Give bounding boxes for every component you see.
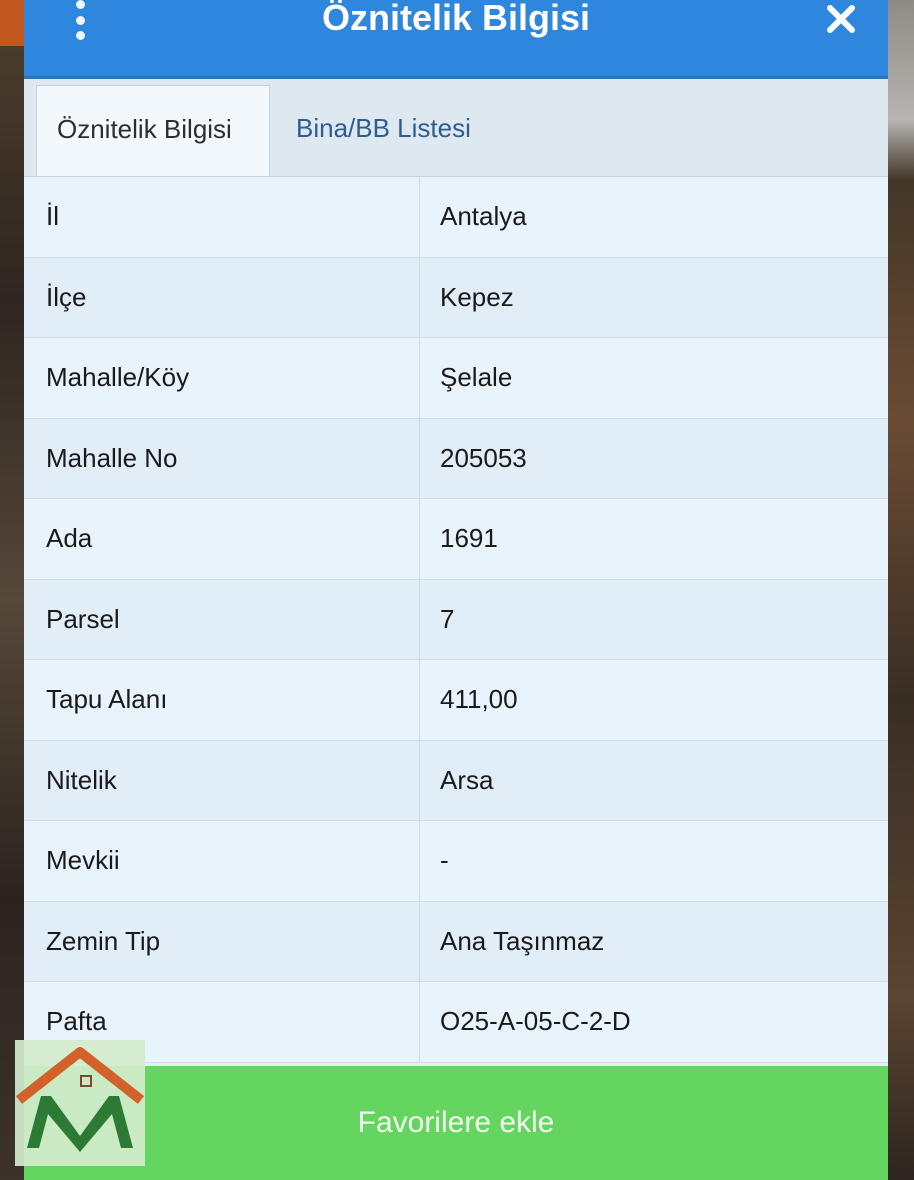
attribute-value: Kepez bbox=[440, 281, 514, 312]
dialog-header: Öznitelik Bilgisi bbox=[24, 0, 888, 79]
attribute-key: Ada bbox=[24, 499, 420, 579]
attribute-table: İl Antalya İlçe Kepez Mahalle/Köy Şelale… bbox=[24, 177, 888, 1063]
attribute-value: O25-A-05-C-2-D bbox=[440, 1006, 631, 1037]
tab-bar: Öznitelik Bilgisi Bina/BB Listesi bbox=[24, 79, 888, 177]
attribute-key: Nitelik bbox=[24, 740, 420, 820]
attribute-value: 205053 bbox=[440, 442, 527, 473]
attribute-value: - bbox=[440, 845, 449, 876]
map-background-left bbox=[0, 0, 24, 1180]
table-row: Mahalle No 205053 bbox=[24, 418, 888, 499]
table-row: Tapu Alanı 411,00 bbox=[24, 660, 888, 741]
add-to-favorites-button[interactable]: Favorilere ekle bbox=[24, 1066, 888, 1180]
attribute-key: Mahalle No bbox=[24, 418, 420, 498]
attribute-value: 411,00 bbox=[440, 684, 518, 715]
table-row: İl Antalya bbox=[24, 177, 888, 258]
attribute-value: Antalya bbox=[440, 201, 527, 232]
table-row: Zemin Tip Ana Taşınmaz bbox=[24, 901, 888, 982]
attribute-key: Tapu Alanı bbox=[24, 660, 420, 740]
map-background-right bbox=[888, 0, 914, 1180]
close-icon[interactable] bbox=[824, 2, 858, 36]
dialog-title: Öznitelik Bilgisi bbox=[321, 0, 591, 38]
attribute-value: Şelale bbox=[440, 362, 513, 393]
attribute-key: Mahalle/Köy bbox=[24, 338, 420, 418]
attribute-key: İlçe bbox=[24, 257, 420, 337]
attribute-key: İl bbox=[24, 177, 420, 257]
attribute-dialog: Öznitelik Bilgisi Öznitelik Bilgisi Bina… bbox=[24, 0, 888, 1180]
attribute-value: Ana Taşınmaz bbox=[440, 925, 605, 956]
table-row: Nitelik Arsa bbox=[24, 740, 888, 821]
attribute-key: Zemin Tip bbox=[24, 901, 420, 981]
table-row: Pafta O25-A-05-C-2-D bbox=[24, 982, 888, 1063]
table-row: Ada 1691 bbox=[24, 499, 888, 580]
table-row: Mevkii - bbox=[24, 821, 888, 902]
attribute-key: Mevkii bbox=[24, 821, 420, 901]
table-row: Mahalle/Köy Şelale bbox=[24, 338, 888, 419]
house-logo-icon bbox=[15, 1040, 145, 1166]
tab-attribute-info[interactable]: Öznitelik Bilgisi bbox=[36, 85, 270, 176]
table-row: İlçe Kepez bbox=[24, 257, 888, 338]
attribute-value: 1691 bbox=[440, 523, 498, 554]
attribute-value: 7 bbox=[440, 603, 455, 634]
attribute-key: Parsel bbox=[24, 579, 420, 659]
tab-building-list[interactable]: Bina/BB Listesi bbox=[276, 85, 491, 176]
table-row: Parsel 7 bbox=[24, 579, 888, 660]
attribute-value: Arsa bbox=[440, 764, 494, 795]
